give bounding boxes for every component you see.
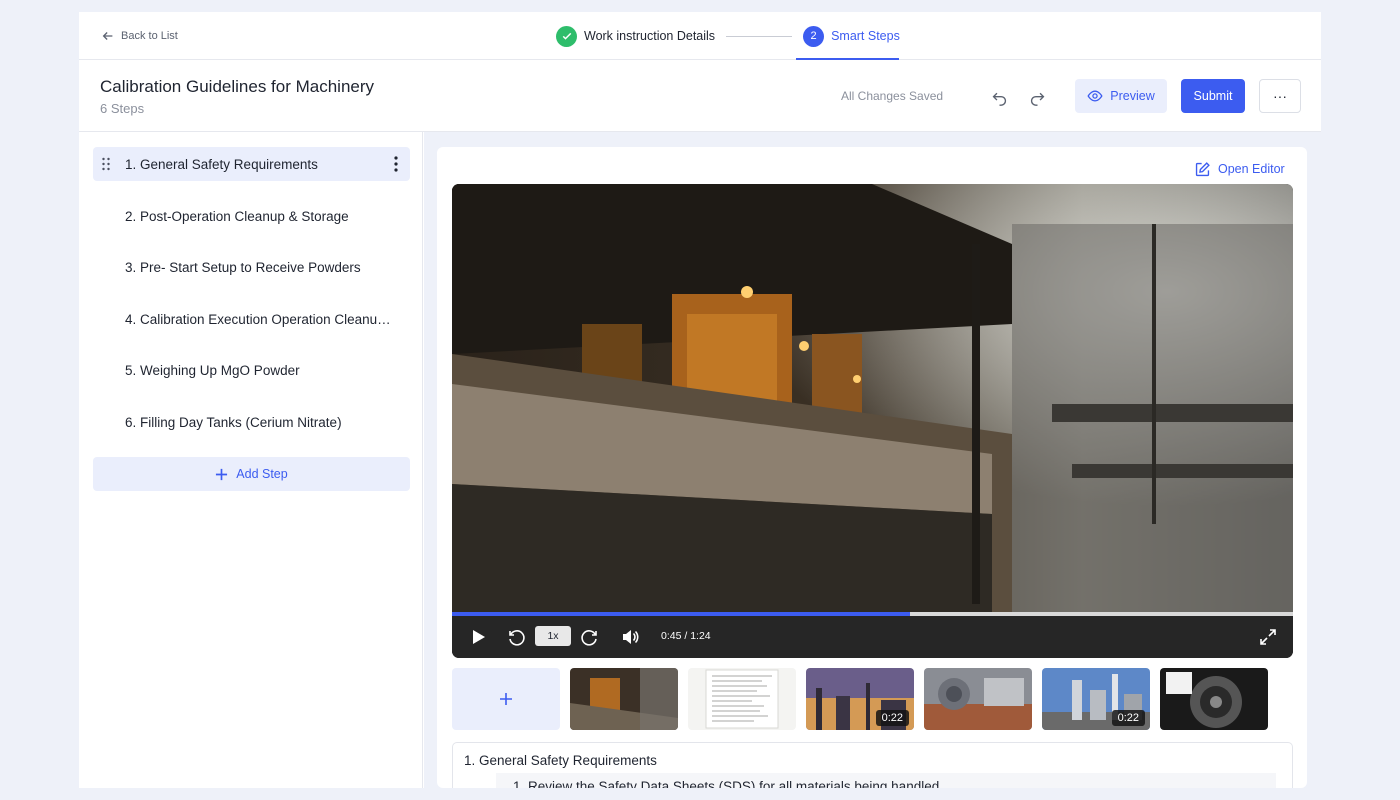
submit-button[interactable]: Submit (1181, 79, 1245, 113)
stepper-connector (726, 35, 793, 37)
video-player[interactable]: 1x 0:45 / 1:24 (452, 184, 1293, 658)
active-step-underline (796, 58, 899, 60)
step-description-title: 1. General Safety Requirements (464, 753, 657, 768)
video-duration-badge: 0:22 (1111, 710, 1145, 726)
thumbnail-image (1160, 668, 1268, 730)
forward-5-icon (581, 630, 597, 646)
drag-handle-icon[interactable] (102, 157, 110, 171)
add-step-button[interactable]: Add Step (93, 457, 410, 491)
wizard-step-smart-steps[interactable]: 2 Smart Steps (803, 24, 900, 48)
preview-label: Preview (1110, 89, 1155, 103)
redo-icon (1030, 92, 1044, 106)
back-to-list-link[interactable]: Back to List (101, 26, 178, 46)
add-step-label: Add Step (236, 467, 288, 481)
edit-icon (1195, 161, 1210, 176)
wizard-step-label: Smart Steps (831, 29, 900, 43)
play-button[interactable] (466, 625, 490, 649)
step-list-label: 4. Calibration Execution Operation Clean… (125, 311, 397, 327)
forward-button[interactable] (578, 625, 602, 649)
plus-icon (500, 693, 512, 705)
undo-button[interactable] (988, 86, 1010, 108)
kebab-icon[interactable] (394, 156, 398, 172)
media-thumbnail[interactable] (924, 668, 1032, 730)
step-list-item[interactable]: 5. Weighing Up MgO Powder (93, 353, 410, 387)
add-media-button[interactable] (452, 668, 560, 730)
wizard-stepper: Work instruction Details 2 Smart Steps (556, 24, 900, 48)
step-count: 6 Steps (100, 101, 145, 116)
step-list-label: 3. Pre- Start Setup to Receive Powders (125, 259, 361, 275)
step-list-label: 2. Post-Operation Cleanup & Storage (125, 208, 349, 224)
preview-button[interactable]: Preview (1075, 79, 1167, 113)
video-controls: 1x 0:45 / 1:24 (452, 616, 1293, 658)
back-to-list-label: Back to List (121, 30, 178, 42)
media-thumbnail[interactable]: 0:22 (1042, 668, 1150, 730)
fullscreen-button[interactable] (1256, 625, 1280, 649)
fullscreen-icon (1260, 629, 1276, 645)
step-list-item[interactable]: 4. Calibration Execution Operation Clean… (93, 302, 410, 336)
playback-speed-button[interactable]: 1x (535, 626, 571, 646)
undo-icon (992, 92, 1006, 106)
media-thumbnail[interactable] (570, 668, 678, 730)
step-description-body[interactable]: 1. Review the Safety Data Sheets (SDS) f… (496, 773, 1276, 788)
step-list-label: 6. Filling Day Tanks (Cerium Nitrate) (125, 414, 342, 430)
thumbnail-image (924, 668, 1032, 730)
more-options-button[interactable]: ··· (1259, 79, 1301, 113)
video-time: 0:45 / 1:24 (661, 630, 711, 642)
video-duration-badge: 0:22 (875, 710, 909, 726)
step-list-item[interactable]: 3. Pre- Start Setup to Receive Powders (93, 250, 410, 284)
step-list-label: 5. Weighing Up MgO Powder (125, 362, 300, 378)
wizard-step-details[interactable]: Work instruction Details (556, 24, 715, 48)
open-editor-label: Open Editor (1218, 162, 1285, 176)
eye-icon (1087, 90, 1103, 102)
check-icon (556, 25, 577, 47)
step-description-line: 1. Review the Safety Data Sheets (SDS) f… (513, 779, 943, 788)
wizard-step-label: Work instruction Details (584, 29, 716, 43)
arrow-left-icon (102, 32, 113, 40)
video-frame (452, 184, 1293, 614)
thumbnail-image (570, 668, 678, 730)
play-icon (473, 630, 485, 644)
media-thumbnail[interactable]: 0:22 (806, 668, 914, 730)
volume-icon (623, 630, 639, 644)
page-header: Calibration Guidelines for Machinery 6 S… (79, 61, 1321, 132)
save-status: All Changes Saved (841, 89, 944, 103)
volume-button[interactable] (618, 625, 642, 649)
plus-icon (216, 468, 228, 480)
step-number-badge: 2 (803, 25, 825, 47)
thumbnail-document (688, 668, 796, 730)
rewind-5-icon (509, 630, 525, 646)
wizard-topbar: Back to List Work instruction Details 2 … (79, 12, 1321, 60)
media-thumbnail[interactable] (1160, 668, 1268, 730)
step-description: 1. General Safety Requirements 1. Review… (452, 742, 1293, 788)
page-title: Calibration Guidelines for Machinery (100, 77, 375, 96)
media-thumbnail[interactable] (688, 668, 796, 730)
step-list-item[interactable]: 1. General Safety Requirements (93, 147, 410, 181)
step-list-item[interactable]: 6. Filling Day Tanks (Cerium Nitrate) (93, 405, 410, 439)
media-thumbnails: 0:22 0:22 (452, 668, 1293, 730)
step-list-label: 1. General Safety Requirements (125, 156, 318, 172)
step-list-item[interactable]: 2. Post-Operation Cleanup & Storage (93, 199, 410, 233)
open-editor-link[interactable]: Open Editor (1194, 159, 1285, 179)
steps-sidebar: 1. General Safety Requirements 2. Post-O… (79, 132, 423, 788)
redo-button[interactable] (1026, 86, 1048, 108)
rewind-button[interactable] (504, 625, 528, 649)
